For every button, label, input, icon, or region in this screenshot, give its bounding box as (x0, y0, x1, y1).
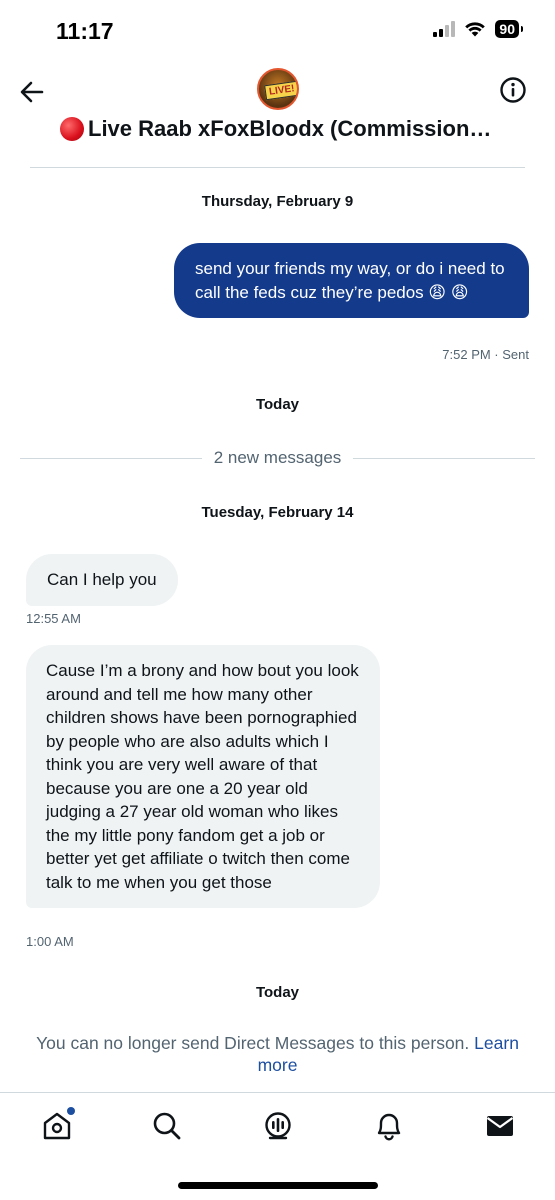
date-separator-today: Today (255, 396, 300, 413)
home-indicator[interactable] (178, 1182, 378, 1189)
messages-icon (486, 1116, 514, 1136)
new-messages-divider: 2 new messages (20, 445, 536, 471)
date-separator-today: Today (255, 984, 300, 1001)
dm-restricted-text: You can no longer send Direct Messages t… (36, 1033, 470, 1053)
divider-line-left (20, 457, 202, 459)
tab-notifications[interactable] (372, 1109, 406, 1143)
wifi-icon (465, 22, 486, 37)
status-time: 11:17 (56, 18, 114, 44)
avatar[interactable]: LIVE! (257, 68, 299, 110)
dm-restricted-notice: You can no longer send Direct Messages t… (22, 1032, 533, 1076)
battery-indicator: 90 (495, 20, 523, 38)
sent-message-meta: 7:52 PM · Sent (442, 347, 529, 362)
date-separator: Thursday, February 9 (201, 193, 354, 210)
conversation-title[interactable]: Live Raab xFoxBloodx (Commissions… (60, 116, 500, 142)
status-bar: 11:17 90 (0, 0, 555, 60)
new-messages-label: 2 new messages (213, 448, 342, 467)
info-icon (500, 77, 526, 103)
divider-line-right (353, 457, 536, 459)
tab-messages[interactable] (483, 1109, 517, 1143)
tab-spaces[interactable] (261, 1109, 295, 1143)
received-message-time: 12:55 AM (26, 611, 81, 626)
back-arrow-icon (20, 81, 44, 103)
red-circle-emoji-icon (60, 117, 84, 141)
back-button[interactable] (18, 78, 46, 106)
info-button[interactable] (499, 76, 527, 104)
header-divider (30, 167, 525, 168)
received-message-bubble[interactable]: Can I help you (26, 554, 178, 606)
search-icon (153, 1112, 181, 1140)
tab-search[interactable] (150, 1109, 184, 1143)
received-message-bubble[interactable]: Cause I’m a brony and how bout you look … (26, 645, 380, 908)
tab-home[interactable] (40, 1107, 75, 1143)
conversation-header: LIVE! Live Raab xFoxBloodx (Commissions… (0, 60, 555, 170)
conversation-title-text: Live Raab xFoxBloodx (Commissions… (88, 116, 500, 141)
received-message-time: 1:00 AM (26, 934, 74, 949)
status-icons: 90 (433, 20, 523, 38)
sent-message-bubble[interactable]: send your friends my way, or do i need t… (174, 243, 529, 318)
notifications-icon (377, 1113, 401, 1141)
avatar-live-tag: LIVE! (264, 80, 297, 101)
date-separator: Tuesday, February 14 (201, 504, 354, 521)
spaces-icon (265, 1112, 291, 1140)
home-unread-dot (67, 1107, 75, 1115)
cellular-signal-icon (433, 21, 456, 37)
